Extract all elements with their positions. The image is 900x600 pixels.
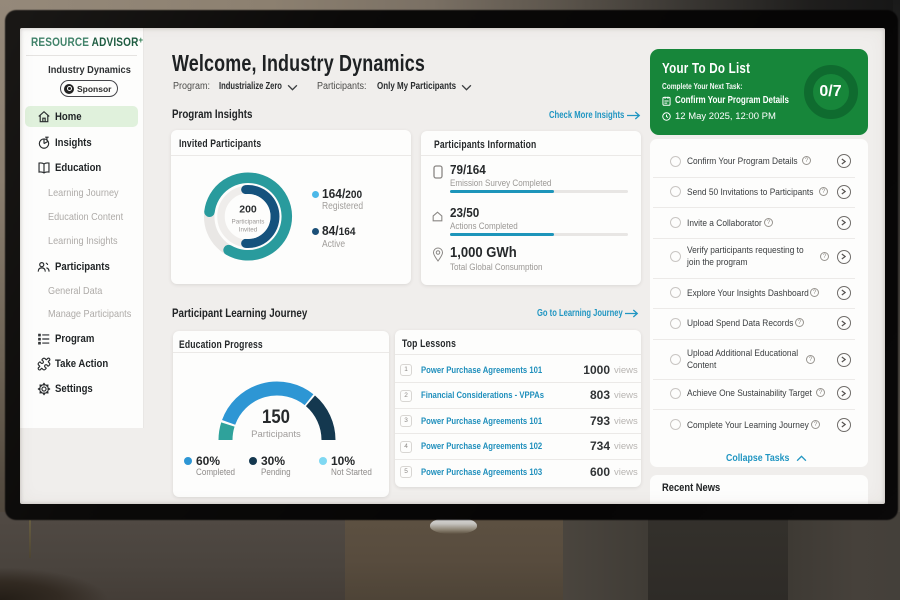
svg-text:Participants: Participants xyxy=(232,219,265,226)
svg-text:200: 200 xyxy=(239,204,257,216)
svg-text:Invited: Invited xyxy=(239,227,258,234)
